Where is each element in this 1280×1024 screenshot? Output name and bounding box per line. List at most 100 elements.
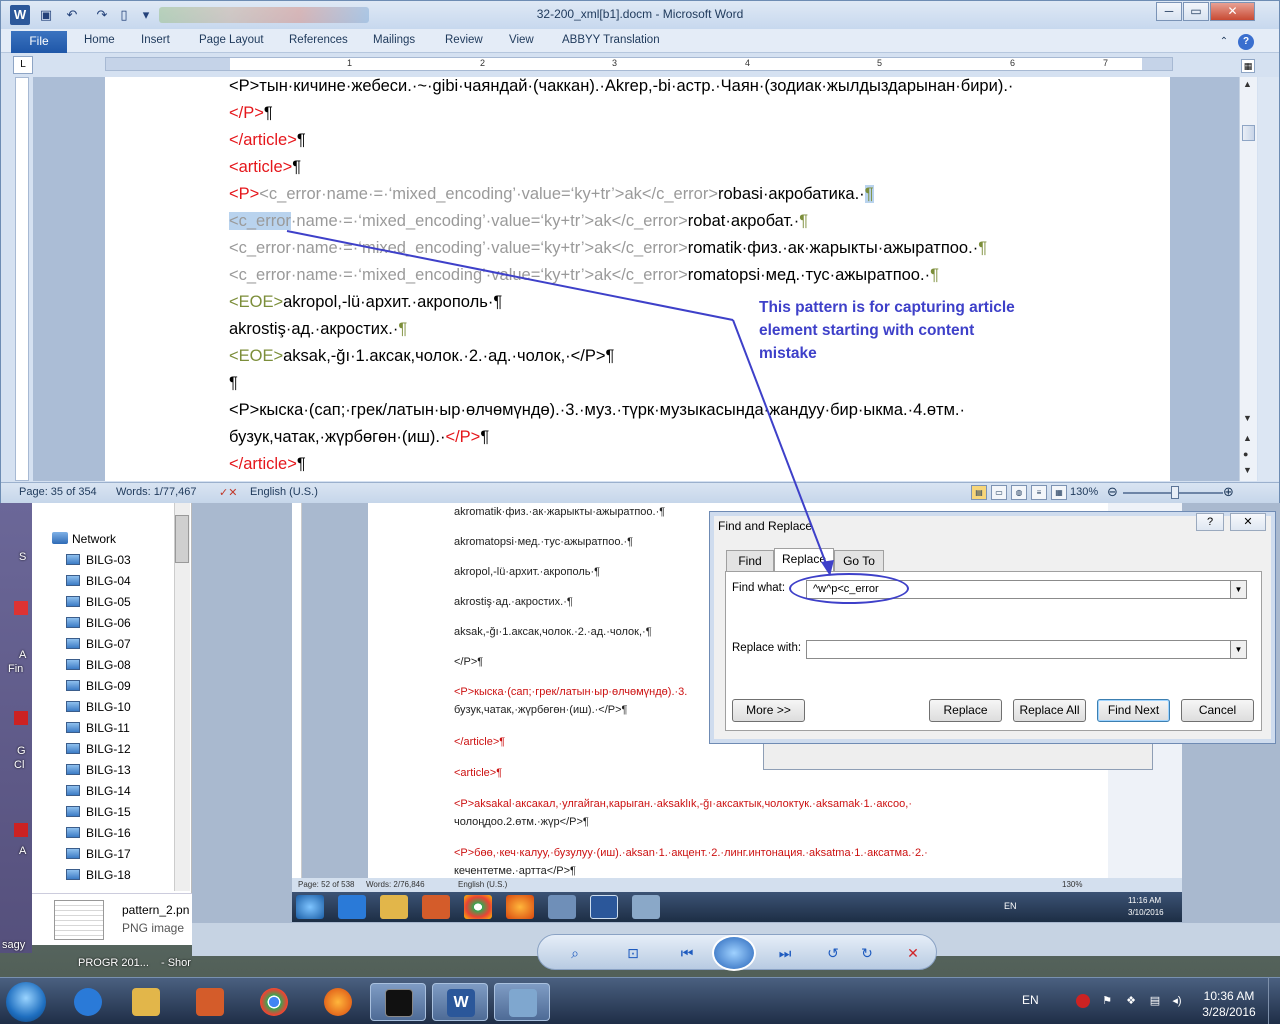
replace-button[interactable]: Replace	[929, 699, 1002, 722]
background-window-label[interactable]: - Shor	[161, 957, 191, 969]
network-computer-item[interactable]: BILG-06	[66, 613, 131, 634]
tab-selector-icon[interactable]: L	[13, 56, 33, 74]
proofing-icon[interactable]: ✓✕	[219, 486, 237, 499]
replace-all-button[interactable]: Replace All	[1013, 699, 1086, 722]
start-button[interactable]	[6, 982, 46, 1022]
dialog-help-button[interactable]: ?	[1196, 513, 1224, 531]
tab-view[interactable]: View	[509, 34, 534, 46]
taskbar-chrome[interactable]	[246, 983, 302, 1021]
taskbar-photo-viewer[interactable]	[494, 983, 550, 1021]
find-next-button[interactable]: Find Next	[1097, 699, 1170, 722]
taskbar-command-prompt[interactable]	[370, 983, 426, 1021]
network-computer-item[interactable]: BILG-14	[66, 781, 131, 802]
input-language[interactable]: EN	[1022, 993, 1039, 1007]
antivirus-icon[interactable]	[1076, 994, 1090, 1008]
replace-with-input[interactable]: ▼	[806, 640, 1247, 659]
maximize-button[interactable]: ▭	[1183, 2, 1209, 21]
expand-ribbon-icon[interactable]: ⌃	[1216, 34, 1232, 50]
network-computer-item[interactable]: BILG-17	[66, 844, 131, 865]
tab-file[interactable]: File	[11, 31, 67, 53]
network-computer-item[interactable]: BILG-09	[66, 676, 131, 697]
taskbar-internet-explorer[interactable]	[60, 983, 116, 1021]
browse-object-icon[interactable]: ●	[1243, 449, 1248, 459]
scroll-up-icon[interactable]: ▲	[1243, 79, 1252, 89]
print-layout-view-icon[interactable]: ▤	[971, 485, 987, 500]
zoom-slider-thumb[interactable]	[1171, 486, 1179, 499]
tab-review[interactable]: Review	[445, 34, 483, 46]
delete-icon[interactable]: ✕	[902, 943, 924, 963]
taskbar-explorer[interactable]	[118, 983, 174, 1021]
taskbar-firefox[interactable]	[310, 983, 366, 1021]
replace-with-dropdown-icon[interactable]: ▼	[1230, 641, 1246, 658]
zoom-out-icon[interactable]: ⊖	[1107, 484, 1118, 500]
status-language[interactable]: English (U.S.)	[250, 486, 318, 498]
network-computer-item[interactable]: BILG-11	[66, 718, 130, 739]
outline-view-icon[interactable]: ≡	[1031, 485, 1047, 500]
full-screen-view-icon[interactable]: ▭	[991, 485, 1007, 500]
taskbar-word[interactable]: W	[432, 983, 488, 1021]
network-tray-icon[interactable]: ▤	[1148, 994, 1162, 1008]
tab-page-layout[interactable]: Page Layout	[199, 34, 264, 46]
actual-size-icon[interactable]: ⊡	[622, 943, 644, 963]
dropbox-icon[interactable]: ❖	[1124, 994, 1138, 1008]
close-button[interactable]: ✕	[1210, 2, 1255, 21]
network-computer-item[interactable]: BILG-08	[66, 655, 131, 676]
network-computer-item[interactable]: BILG-10	[66, 697, 131, 718]
network-computer-item[interactable]: BILG-13	[66, 760, 131, 781]
tab-find[interactable]: Find	[726, 550, 774, 571]
network-computer-item[interactable]: BILG-18	[66, 865, 131, 886]
more-button[interactable]: More >>	[732, 699, 805, 722]
tab-goto[interactable]: Go To	[834, 550, 884, 571]
network-computer-item[interactable]: BILG-04	[66, 571, 131, 592]
rotate-left-icon[interactable]: ↺	[822, 943, 844, 963]
network-computer-item[interactable]: BILG-12	[66, 739, 131, 760]
network-computer-item[interactable]: BILG-03	[66, 550, 131, 571]
find-what-dropdown-icon[interactable]: ▼	[1230, 581, 1246, 598]
status-page[interactable]: Page: 35 of 354	[19, 486, 97, 498]
desktop-app-icon[interactable]	[14, 823, 28, 837]
tab-mailings[interactable]: Mailings	[373, 34, 415, 46]
zoom-icon[interactable]: ⌕	[564, 943, 586, 963]
tab-insert[interactable]: Insert	[141, 34, 170, 46]
desktop-app-icon[interactable]	[14, 711, 28, 725]
explorer-scroll-thumb[interactable]	[175, 515, 189, 563]
clock-time[interactable]: 10:36 AM	[1194, 989, 1264, 1003]
document-page[interactable]: <P>тын·кичине·жебеси.·~·gibi·чаяндай·(ча…	[105, 77, 1170, 481]
status-words[interactable]: Words: 1/77,467	[116, 486, 197, 498]
scroll-down-icon[interactable]: ▼	[1243, 413, 1252, 423]
taskbar-media-player[interactable]	[182, 983, 238, 1021]
network-computer-item[interactable]: BILG-05	[66, 592, 131, 613]
network-computer-item[interactable]: BILG-16	[66, 823, 131, 844]
next-page-icon[interactable]: ▼	[1243, 465, 1252, 475]
rotate-right-icon[interactable]: ↻	[856, 943, 878, 963]
tab-home[interactable]: Home	[84, 34, 115, 46]
tab-references[interactable]: References	[289, 34, 348, 46]
desktop-app-icon[interactable]	[14, 601, 28, 615]
view-ruler-icon[interactable]: ▦	[1241, 59, 1255, 73]
vertical-scrollbar[interactable]: ▲ ▼ ▲ ● ▼	[1239, 77, 1257, 481]
horizontal-ruler[interactable]: 1 2 3 4 5 6 7	[105, 57, 1173, 71]
tab-replace[interactable]: Replace	[774, 548, 834, 572]
clock-date[interactable]: 3/28/2016	[1194, 1005, 1264, 1019]
flag-icon[interactable]: ⚑	[1100, 994, 1114, 1008]
previous-icon[interactable]: ⏮	[676, 943, 698, 963]
scroll-thumb[interactable]	[1242, 125, 1255, 141]
previous-page-icon[interactable]: ▲	[1243, 433, 1252, 443]
network-computer-item[interactable]: BILG-07	[66, 634, 131, 655]
volume-icon[interactable]: ◂)	[1170, 994, 1184, 1008]
zoom-in-icon[interactable]: ⊕	[1223, 484, 1234, 500]
minimize-button[interactable]: ─	[1156, 2, 1182, 21]
help-icon[interactable]: ?	[1238, 34, 1254, 50]
slideshow-button[interactable]	[712, 935, 756, 971]
network-computer-item[interactable]: BILG-15	[66, 802, 131, 823]
show-desktop-button[interactable]	[1268, 978, 1280, 1024]
tab-abbyy-translation[interactable]: ABBYY Translation	[562, 34, 660, 46]
background-window-label[interactable]: PROGR 201...	[78, 957, 149, 969]
web-layout-view-icon[interactable]: ◍	[1011, 485, 1027, 500]
zoom-level[interactable]: 130%	[1070, 486, 1098, 498]
dialog-close-button[interactable]: ✕	[1230, 513, 1266, 531]
next-icon[interactable]: ⏭	[774, 943, 796, 963]
draft-view-icon[interactable]: ▦	[1051, 485, 1067, 500]
cancel-button[interactable]: Cancel	[1181, 699, 1254, 722]
network-node[interactable]: Network	[52, 529, 116, 550]
